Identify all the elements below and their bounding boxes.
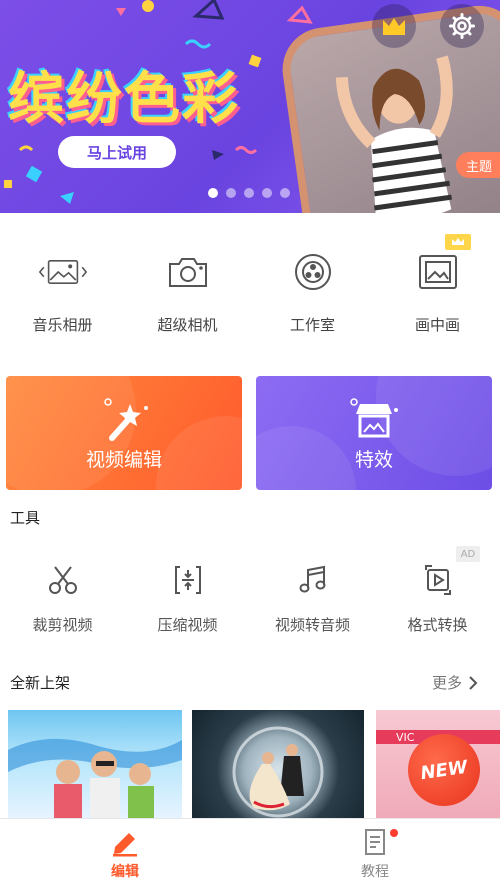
- video-edit-label: 视频编辑: [85, 449, 162, 471]
- pagination-dot[interactable]: [226, 188, 236, 198]
- settings-button[interactable]: [440, 4, 484, 48]
- feature-row: 音乐相册 超级相机 工作室 画中画: [0, 234, 500, 335]
- pagination-dot[interactable]: [208, 188, 218, 198]
- nav-label-edit: 编辑: [111, 863, 139, 880]
- tool-label: 格式转换: [407, 616, 468, 634]
- bottom-navigation: 编辑 教程: [0, 818, 500, 888]
- camera-icon: [168, 258, 207, 287]
- pencil-icon: [113, 832, 137, 856]
- tool-row: 裁剪视频 压缩视频 视频转音频 格式转换: [0, 562, 500, 635]
- vip-crown-button[interactable]: [372, 4, 416, 48]
- card-decoration: [256, 426, 356, 490]
- tool-label: 裁剪视频: [32, 616, 93, 634]
- feature-label: 画中画: [414, 316, 460, 334]
- film-reel-icon: [294, 254, 331, 290]
- pagination-dot[interactable]: [280, 188, 290, 198]
- card-decoration: [156, 416, 242, 490]
- family-beach-image: [8, 738, 182, 820]
- gear-icon: [449, 13, 475, 39]
- new-arrivals-title: 全新上架: [10, 674, 71, 692]
- crown-icon: [452, 238, 464, 245]
- nav-tab-tutorial[interactable]: 教程: [250, 819, 500, 888]
- try-now-button[interactable]: 马上试用: [58, 136, 176, 168]
- pagination-dot[interactable]: [244, 188, 254, 198]
- music-note-icon: [299, 565, 325, 593]
- thumb-vic-text: VIC: [396, 731, 415, 744]
- document-icon: [365, 828, 385, 855]
- feature-super-camera[interactable]: 超级相机: [125, 248, 250, 335]
- tools-section-title: 工具: [10, 509, 41, 527]
- tool-format-convert[interactable]: 格式转换: [375, 562, 500, 635]
- dancing-couple-image: [232, 726, 324, 818]
- tool-trim-video[interactable]: 裁剪视频: [0, 562, 125, 635]
- feature-picture-in-picture[interactable]: 画中画: [375, 234, 500, 335]
- template-thumbnail-dance[interactable]: [192, 710, 364, 820]
- video-edit-card[interactable]: 视频编辑: [6, 376, 242, 490]
- compress-icon: [174, 566, 201, 594]
- promo-banner[interactable]: 缤纷色彩 马上试用 主题: [0, 0, 500, 213]
- dancing-woman-image: [335, 55, 453, 213]
- template-thumbnail-beach[interactable]: [8, 710, 182, 820]
- picture-in-picture-icon: [418, 255, 457, 289]
- feature-label: 音乐相册: [32, 316, 93, 334]
- more-label: 更多: [432, 674, 463, 692]
- banner-pagination: [208, 188, 290, 198]
- feature-label: 超级相机: [157, 316, 218, 334]
- tool-compress-video[interactable]: 压缩视频: [125, 562, 250, 635]
- vip-badge: [445, 234, 471, 250]
- pagination-dot[interactable]: [262, 188, 272, 198]
- magic-wand-icon: [104, 398, 148, 441]
- feature-studio[interactable]: 工作室: [250, 248, 375, 335]
- scissors-icon: [48, 566, 77, 594]
- store-icon: [350, 398, 398, 438]
- crown-icon: [383, 18, 405, 35]
- tool-label: 压缩视频: [157, 616, 218, 634]
- effects-card[interactable]: 特效: [256, 376, 492, 490]
- tool-label: 视频转音频: [274, 616, 350, 634]
- photo-slides-icon: [38, 260, 87, 284]
- nav-tab-edit[interactable]: 编辑: [0, 819, 250, 888]
- more-link[interactable]: 更多: [432, 672, 478, 693]
- format-convert-icon: [424, 565, 451, 595]
- ad-badge: AD: [456, 546, 480, 562]
- theme-tag[interactable]: 主题: [456, 152, 500, 178]
- feature-label: 工作室: [289, 316, 335, 334]
- effects-label: 特效: [354, 449, 393, 471]
- banner-title: 缤纷色彩: [8, 67, 240, 132]
- tool-video-to-audio[interactable]: 视频转音频: [250, 562, 375, 635]
- nav-label-tutorial: 教程: [361, 863, 389, 880]
- feature-music-album[interactable]: 音乐相册: [0, 248, 125, 335]
- chevron-right-icon: [469, 675, 478, 690]
- notification-dot: [390, 829, 398, 837]
